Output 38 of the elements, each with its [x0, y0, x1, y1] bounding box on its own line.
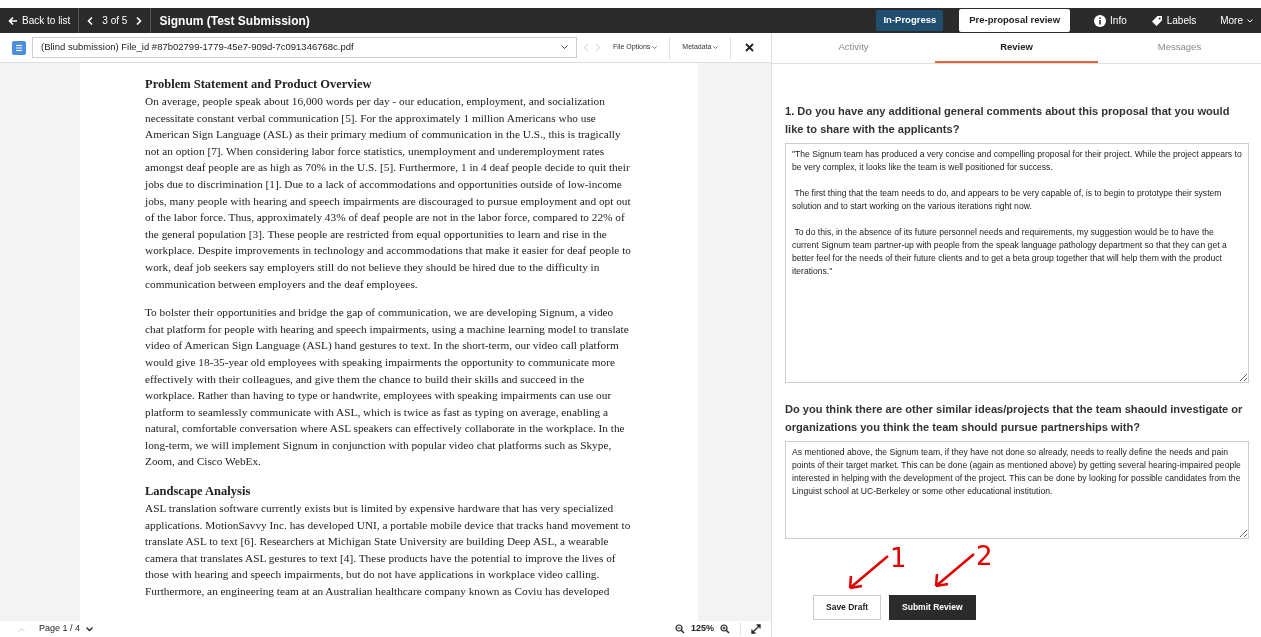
caret-down-icon — [561, 45, 568, 50]
zoom-in-icon[interactable] — [720, 624, 730, 634]
document-icon — [12, 40, 26, 55]
paragraph: On average, people speak about 16,000 words per day - our education, employment, and socialization necessitate constant verbal communication [5]. For the approximately 1 million Americans who use American Sign Language (ASL) as their primary medium of communication in the U.S., this is tragically not an option [7]. When considering labor force statistics, unemployment and underemployment rates amongst deaf people are as high as 70% in the U.S. [5]. Furthermore, 1 in 4 deaf people decide to quit their jobs due to discrimination [1]. Due to a lack of accommodations and opportunities outside of low-income jobs, many people with hearing and speech impairments are discouraged to pursue employment and opt out of the labor force. Thus, approximately 43% of deaf people are not in the labor force, compared to 22% of the general population [3]. These people are restricted from equal opportunities to learn and rise in the workplace. Despite improvements in technology and accommodations that make it easier for deaf people to work, deaf job seekers say employers still do not believe they should be hired due to the difficulty in communication between employers and the deaf employees. — [145, 94, 632, 292]
expand-icon[interactable] — [751, 624, 761, 634]
section-heading: Problem Statement and Product Overview — [145, 77, 373, 92]
stage-button[interactable]: Pre-proposal review — [959, 9, 1071, 32]
caret-down-icon — [713, 45, 719, 49]
status-badge: In-Progress — [876, 10, 944, 31]
tab[interactable]: Activity — [772, 33, 935, 63]
close-icon[interactable] — [745, 43, 755, 52]
caret-down-icon[interactable] — [86, 626, 94, 632]
info-button[interactable]: Info — [1094, 13, 1127, 28]
caret-down-icon — [1247, 18, 1253, 23]
answer-field[interactable]: "The Signum team has produced a very concise and compelling proposal for their project. While the project appears to be very complex, it looks like the team is well positioned for success. The first thing that the team needs to do, and appears to be very capable of, is to begin to prototype their system solution and to start working on the various iterations right now. To do this, in the absence of its future personnel needs and requirements, my suggestion would be to have the current Signum team partner-up with people from the speak language pathology department so that they can get a better feel for the needs of their future clients and to get a beta group together that will help them with the product iterations." — [785, 143, 1249, 383]
section-heading: Landscape Analysis — [145, 484, 252, 500]
arrow-left-icon — [8, 15, 18, 26]
labels-button[interactable]: Labels — [1150, 13, 1197, 28]
back-link[interactable]: Back to list — [8, 13, 71, 28]
paragraph: To bolster their opportunities and bridge the gap of communication, we are developing Signum, a video chat platform for people with hearing and speech impairments, using a machine learning model to translate video of American Sign Language (ASL) hand gestures to text. In the short-term, our video call platform would give 18-35-year old employees with speaking impairments the opportunity to communicate more effectively with their colleagues, and give them the chance to build their skills and succeed in the workplace. Rather than having to type or handwrite, employees with speaking impairments can use our platform to seamlessly communicate with ASL, which is twice as fast as typing on average, enabling a natural, comfortable conversation where ASL speakers can effectively collaborate in the workplace. In the long-term, we will implement Signum in conjunction with popular video chat platforms such as Skype, Zoom, and Cisco WebEx. — [145, 305, 630, 470]
answer-field[interactable]: As mentioned above, the Signum team, if they have not done so already, needs to really define the needs and pain points of their target market. This can be done (again as mentioned above) by getting several hearing-impaired people interested in helping with the development of the project. This can be done by looking for possible candidates from the Linguist school at UC-Berkeley or some other educational institution. — [785, 441, 1249, 539]
more-menu[interactable]: More — [1220, 13, 1253, 28]
file-select[interactable]: (Blind submission) File_id #87b02799-1779-45e7-909d-7c091346768c.pdf — [32, 37, 577, 58]
submission-title: Signum (Test Submission) — [159, 12, 310, 30]
page-indicator: Page 1 / 4 — [39, 622, 81, 636]
zoom-out-icon[interactable] — [674, 624, 685, 634]
tag-icon — [1150, 14, 1163, 27]
tab[interactable]: Review — [935, 33, 1098, 63]
question-text: Do you think there are other similar ideas/projects that the team shaould investigate or organizations you think the team should pursue partnerships with? — [785, 402, 1244, 435]
paragraph: ASL translation software currently exists but is limited by expensive hardware that has very specialized applications. MotionSavvy Inc. has developed UNI, a portable mobile device that tracks hand movement to translate ASL to text [6]. Researchers at Michigan State University are building Deep ASL, a wearable camera that translates ASL gestures to text [4]. These products have the potential to improve the lives of those with hearing and speech impairments, but do not have applications in workplace video calling. Furthermore, an engineering team at an Australian healthcare company known as Coviu has developed — [145, 501, 632, 600]
tab[interactable]: Messages — [1098, 33, 1261, 63]
question-text: 1. Do you have any additional general comments about this proposal that you would like to share with the applicants? — [785, 104, 1231, 137]
zoom-level: 125% — [690, 622, 714, 636]
save-draft-button[interactable]: Save Draft — [813, 595, 882, 620]
caret-down-icon — [652, 45, 658, 49]
submit-button[interactable]: Submit Review — [889, 595, 976, 620]
pager-text: 3 of 5 — [102, 14, 128, 28]
info-icon — [1094, 14, 1107, 27]
